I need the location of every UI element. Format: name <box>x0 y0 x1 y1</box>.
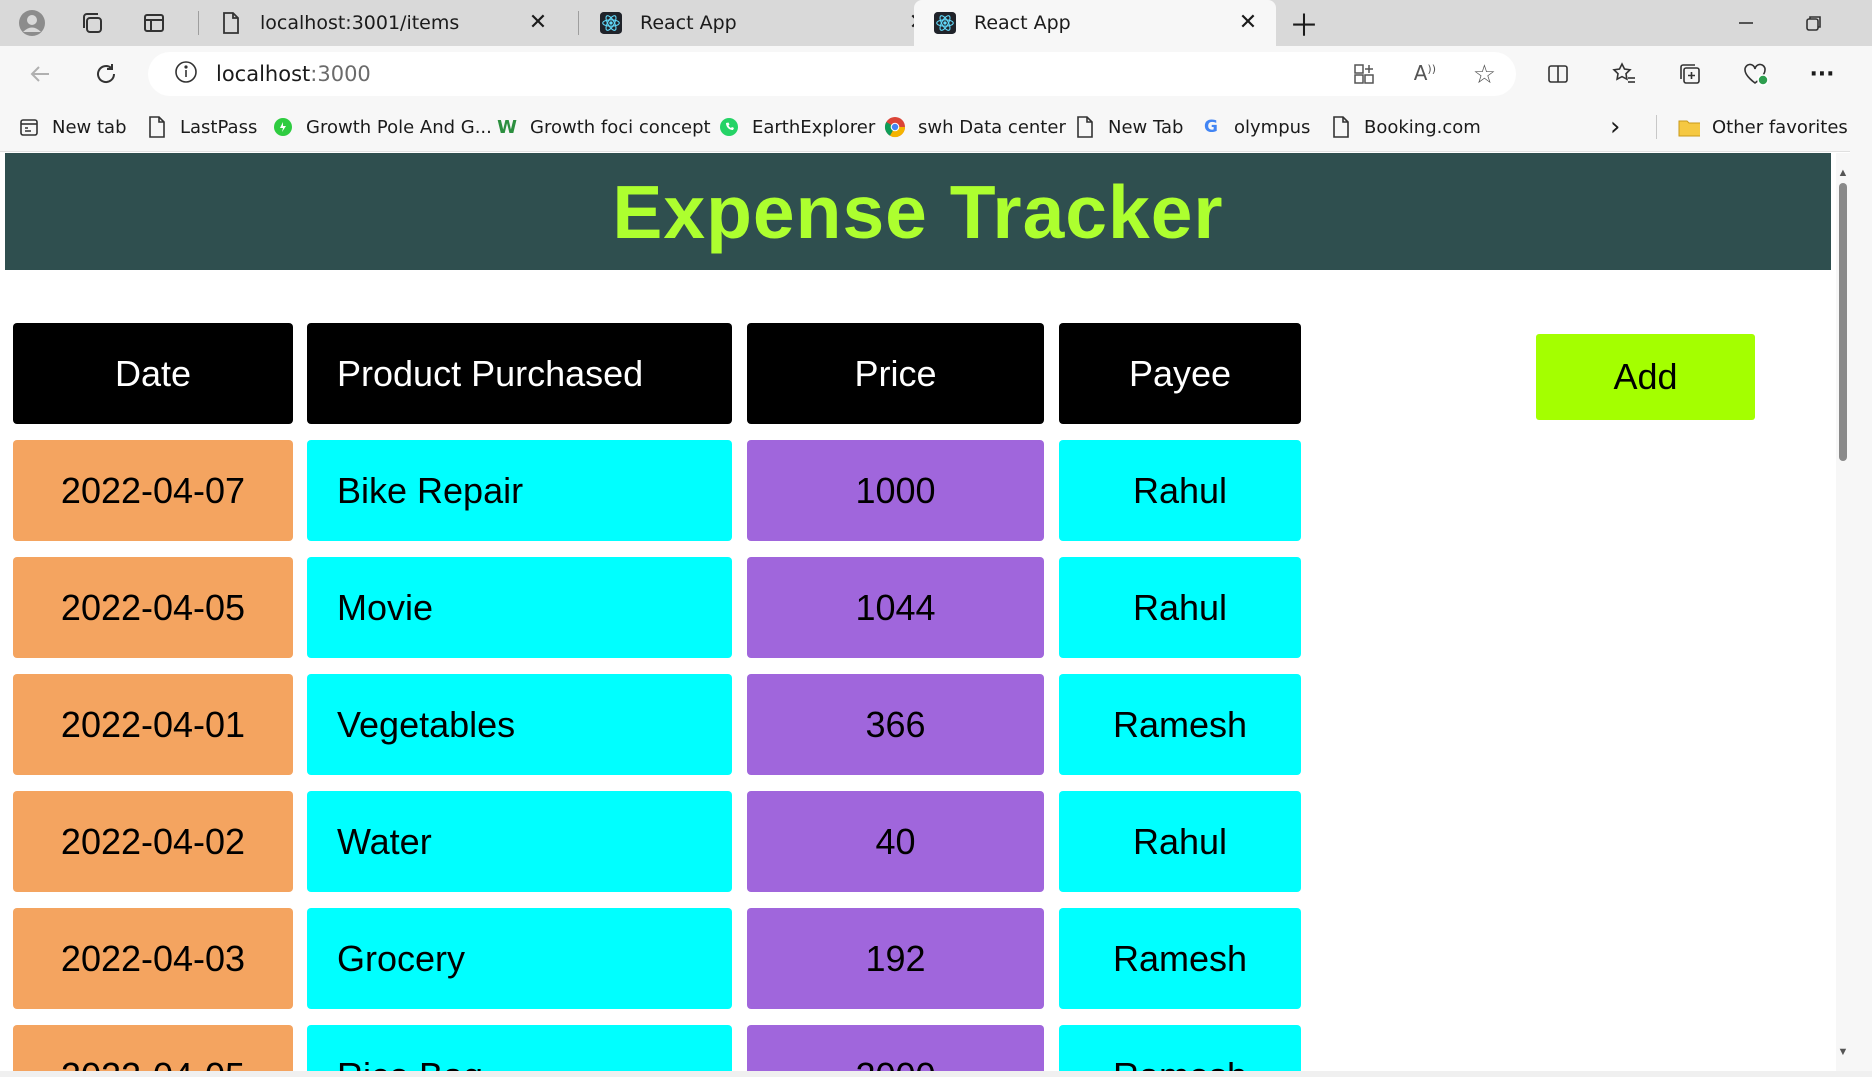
page-icon <box>1330 116 1352 138</box>
app-available-icon[interactable] <box>1352 62 1376 90</box>
page-title: Expense Tracker <box>612 169 1224 254</box>
whatsapp-icon <box>718 116 740 138</box>
table-cell-date: 2022-04-01 <box>13 674 293 775</box>
column-header-price: Price <box>747 323 1044 424</box>
table-cell-payee: Rahul <box>1059 440 1301 541</box>
scroll-up-arrow-icon[interactable]: ▲ <box>1837 167 1849 179</box>
restore-icon[interactable] <box>1796 5 1832 41</box>
table-cell-date: 2022-04-05 <box>13 1025 293 1071</box>
page-viewport: Expense Tracker Date Product Purchased P… <box>5 153 1836 1071</box>
refresh-icon[interactable] <box>88 56 124 92</box>
table-cell-price: 1044 <box>747 557 1044 658</box>
page-icon <box>146 116 168 138</box>
tab-items[interactable]: localhost:3001/items ✕ <box>200 0 566 46</box>
close-icon[interactable]: ✕ <box>1236 11 1260 35</box>
column-header-product: Product Purchased <box>307 323 732 424</box>
table-cell-product: Water <box>307 791 732 892</box>
scrollbar[interactable]: ▲ ▼ <box>1836 153 1850 1071</box>
tab-react-app[interactable]: React App ✕ <box>580 0 946 46</box>
tab-title: React App <box>640 12 737 34</box>
bookmarks-bar: New tab LastPass Growth Pole And G... W … <box>0 102 1872 152</box>
chevron-right-icon[interactable]: › <box>1610 102 1620 152</box>
table-cell-payee: Rahul <box>1059 557 1301 658</box>
table-cell-price: 366 <box>747 674 1044 775</box>
table-cell-product: Vegetables <box>307 674 732 775</box>
table-cell-date: 2022-04-02 <box>13 791 293 892</box>
window-edge <box>1850 46 1872 1077</box>
workspaces-icon[interactable] <box>74 5 110 41</box>
close-icon[interactable]: ✕ <box>526 11 550 35</box>
info-icon[interactable] <box>174 60 198 88</box>
column-header-payee: Payee <box>1059 323 1301 424</box>
folder-icon <box>1678 116 1700 138</box>
bookmark-item[interactable]: G olympus <box>1200 102 1310 152</box>
table-cell-price: 192 <box>747 908 1044 1009</box>
browser-essentials-icon[interactable] <box>1738 56 1774 92</box>
favorite-star-icon[interactable]: ☆ <box>1473 60 1496 90</box>
google-icon: G <box>1204 117 1218 137</box>
table-cell-date: 2022-04-05 <box>13 557 293 658</box>
back-arrow-icon[interactable] <box>22 56 58 92</box>
table-cell-product: Movie <box>307 557 732 658</box>
page-icon <box>1074 116 1096 138</box>
bookmark-item[interactable]: swh Data center <box>884 102 1066 152</box>
table-cell-price: 40 <box>747 791 1044 892</box>
add-button[interactable]: Add <box>1536 334 1755 420</box>
address-bar[interactable]: localhost:3000 A)) ☆ <box>148 52 1516 96</box>
scrollbar-thumb[interactable] <box>1839 183 1847 461</box>
table-cell-price: 2000 <box>747 1025 1044 1071</box>
new-tab-plus-icon[interactable]: ＋ <box>1286 5 1322 44</box>
table-cell-product: Grocery <box>307 908 732 1009</box>
table-cell-date: 2022-04-03 <box>13 908 293 1009</box>
tab-title: localhost:3001/items <box>260 12 460 34</box>
read-aloud-icon[interactable]: A)) <box>1414 61 1436 85</box>
bookmark-folder-other-favorites[interactable]: Other favorites <box>1678 102 1848 152</box>
table-cell-payee: Ramesh <box>1059 674 1301 775</box>
column-header-date: Date <box>13 323 293 424</box>
bookmark-item[interactable]: EarthExplorer <box>718 102 875 152</box>
table-cell-payee: Ramesh <box>1059 1025 1301 1071</box>
address-bar-row: localhost:3000 A)) ☆ ··· <box>0 46 1872 102</box>
table-cell-product: Rice Bag <box>307 1025 732 1071</box>
profile-icon[interactable] <box>14 5 50 41</box>
table-cell-product: Bike Repair <box>307 440 732 541</box>
favorites-icon[interactable] <box>1606 56 1642 92</box>
w-logo-icon: W <box>497 116 517 138</box>
table-cell-payee: Ramesh <box>1059 908 1301 1009</box>
table-cell-date: 2022-04-07 <box>13 440 293 541</box>
bookmark-item[interactable]: Booking.com <box>1330 102 1481 152</box>
react-icon <box>934 12 956 34</box>
tab-strip: localhost:3001/items ✕ React App ✕ React… <box>0 0 1872 46</box>
bookmark-item[interactable]: Growth Pole And G... <box>272 102 492 152</box>
chrome-icon <box>884 116 906 138</box>
page-icon <box>220 12 242 34</box>
bookmark-item[interactable]: W Growth foci concept <box>496 102 711 152</box>
tab-react-app-active[interactable]: React App ✕ <box>914 0 1276 46</box>
react-icon <box>600 12 622 34</box>
green-circle-icon <box>272 116 294 138</box>
scroll-down-arrow-icon[interactable]: ▼ <box>1837 1046 1849 1058</box>
url-text[interactable]: localhost:3000 <box>216 62 371 86</box>
table-cell-payee: Rahul <box>1059 791 1301 892</box>
tab-actions-icon[interactable] <box>136 5 172 41</box>
window-edge <box>0 1071 1872 1077</box>
more-menu-icon[interactable]: ··· <box>1804 56 1840 92</box>
tab-title: React App <box>974 12 1071 34</box>
bookmark-item[interactable]: LastPass <box>146 102 257 152</box>
minimize-icon[interactable] <box>1728 5 1764 41</box>
table-cell-price: 1000 <box>747 440 1044 541</box>
app-header: Expense Tracker <box>5 153 1831 270</box>
bookmark-item[interactable]: New Tab <box>1074 102 1183 152</box>
newtab-icon <box>18 116 40 138</box>
collections-icon[interactable] <box>1672 56 1708 92</box>
split-screen-icon[interactable] <box>1540 56 1576 92</box>
bookmark-item[interactable]: New tab <box>18 102 127 152</box>
